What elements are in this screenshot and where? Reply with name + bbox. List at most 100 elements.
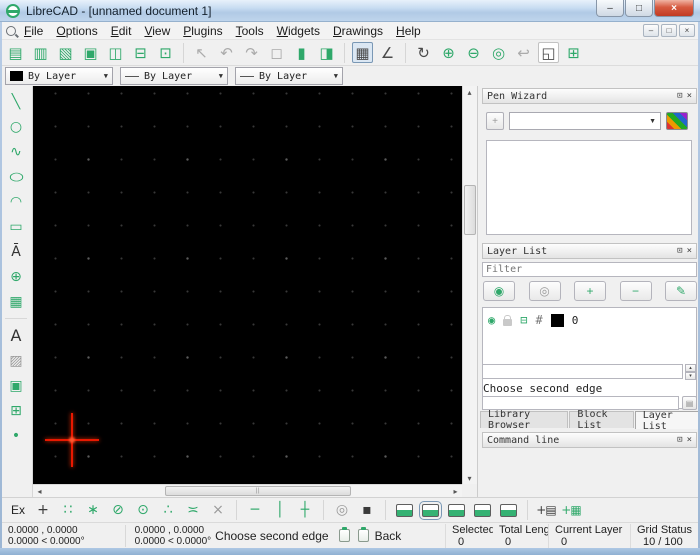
view-screen-2-icon[interactable] <box>422 504 439 517</box>
block-tool-icon[interactable]: ▦ <box>6 291 27 312</box>
zoom-previous-icon[interactable]: ↩ <box>513 42 534 63</box>
pen-wizard-apply-button[interactable]: + <box>486 112 504 130</box>
float-panel-icon[interactable]: ⊡ <box>677 435 682 445</box>
menu-drawings[interactable]: Drawings <box>333 24 383 38</box>
line-tool-icon[interactable]: ╲ <box>6 91 27 112</box>
tab-library-browser[interactable]: Library Browser <box>480 411 568 428</box>
horizontal-scrollbar[interactable]: ◂ || ▸ <box>33 484 462 497</box>
pointer-icon[interactable]: ↖ <box>191 42 212 63</box>
minimize-button[interactable]: – <box>596 0 624 17</box>
scroll-left-icon[interactable]: ◂ <box>33 485 46 497</box>
new-document-icon[interactable]: ▤ <box>5 42 26 63</box>
snap-grid-icon[interactable]: ∷ <box>58 500 78 520</box>
snap-endpoint-icon[interactable]: ∗ <box>83 500 103 520</box>
grid-toggle-icon[interactable]: ▦ <box>352 42 373 63</box>
close-panel-icon[interactable]: × <box>687 91 692 101</box>
layer-print-icon[interactable]: ⊟ <box>520 313 527 327</box>
restrict-vertical-icon[interactable]: │ <box>270 500 290 520</box>
layer-list-header[interactable]: Layer List ⊡ × <box>482 243 697 259</box>
lock-relative-zero-icon[interactable]: ◎ <box>332 500 352 520</box>
command-history-spinner[interactable]: ▴ ▾ <box>685 364 696 379</box>
arc-tool-icon[interactable]: ◠ <box>6 191 27 212</box>
snap-clear-icon[interactable]: × <box>208 500 228 520</box>
ellipse-tool-icon[interactable]: ○ <box>3 168 29 185</box>
open-folder-icon[interactable]: ▧ <box>55 42 76 63</box>
open-document-icon[interactable]: ▥ <box>30 42 51 63</box>
zoom-out-icon[interactable]: ⊖ <box>463 42 484 63</box>
zoom-pan-icon[interactable]: ⊞ <box>563 42 584 63</box>
relative-zero-icon[interactable]: ▪ <box>357 500 377 520</box>
menu-options[interactable]: Options <box>56 24 97 38</box>
exclusive-snap-button[interactable]: Ex <box>8 503 28 517</box>
view-screen-1-icon[interactable] <box>396 504 413 517</box>
text-tool-icon[interactable]: A <box>6 325 27 346</box>
menu-edit[interactable]: Edit <box>111 24 132 38</box>
snap-middle-icon[interactable]: ∴ <box>158 500 178 520</box>
menu-widgets[interactable]: Widgets <box>277 24 320 38</box>
snap-intersection-icon[interactable]: ≍ <box>183 500 203 520</box>
view-screen-5-icon[interactable] <box>500 504 517 517</box>
command-line-header[interactable]: Command line ⊡ × <box>482 432 697 448</box>
pen-wizard-color-button[interactable] <box>666 112 688 130</box>
draft-mode-icon[interactable]: ∠ <box>377 42 398 63</box>
zoom-redraw-icon[interactable]: ↻ <box>413 42 434 63</box>
spin-down-icon[interactable]: ▾ <box>685 372 696 380</box>
view-screen-3-icon[interactable] <box>448 504 465 517</box>
command-keyboard-button[interactable]: ▤ <box>682 396 697 410</box>
mdi-restore-button[interactable]: □ <box>661 24 677 37</box>
close-panel-icon[interactable]: × <box>687 435 692 445</box>
close-panel-icon[interactable]: × <box>687 246 692 256</box>
add-grid-widget-icon[interactable]: +▦ <box>561 500 581 520</box>
pen-wizard-list[interactable] <box>486 140 692 235</box>
spline-tool-icon[interactable]: ∿ <box>6 141 27 162</box>
mdi-close-button[interactable]: × <box>679 24 695 37</box>
add-layer-button[interactable]: + <box>574 281 606 301</box>
maximize-button[interactable]: □ <box>625 0 653 17</box>
pen-wizard-combo[interactable]: ▼ <box>509 112 661 130</box>
vertical-scroll-thumb[interactable] <box>464 185 476 235</box>
hide-all-layers-button[interactable]: ◎ <box>529 281 561 301</box>
snap-free-icon[interactable]: + <box>33 500 53 520</box>
vertical-scrollbar[interactable]: ▴ ▾ <box>462 86 477 484</box>
pen-wizard-header[interactable]: Pen Wizard ⊡ × <box>482 88 697 104</box>
select-window-icon[interactable]: ◻ <box>266 42 287 63</box>
snap-center-icon[interactable]: ⊙ <box>133 500 153 520</box>
spin-up-icon[interactable]: ▴ <box>685 364 696 372</box>
snap-on-entity-icon[interactable]: ⊘ <box>108 500 128 520</box>
block-icon[interactable]: ▮ <box>291 42 312 63</box>
back-label[interactable]: Back <box>375 529 402 543</box>
circle-tool-icon[interactable]: ○ <box>6 116 27 137</box>
float-panel-icon[interactable]: ⊡ <box>677 91 682 101</box>
layer-visible-icon[interactable]: ◉ <box>488 313 495 327</box>
color-select[interactable]: By Layer ▼ <box>5 67 113 85</box>
menu-help[interactable]: Help <box>396 24 421 38</box>
mdi-minimize-button[interactable]: – <box>643 24 659 37</box>
restrict-orthogonal-icon[interactable]: ┼ <box>295 500 315 520</box>
zoom-in-icon[interactable]: ⊕ <box>438 42 459 63</box>
zoom-window-icon[interactable]: ◱ <box>538 42 559 63</box>
redo-icon[interactable]: ↷ <box>241 42 262 63</box>
tab-block-list[interactable]: Block List <box>569 411 633 428</box>
print-icon[interactable]: ⊟ <box>130 42 151 63</box>
save-as-icon[interactable]: ◫ <box>105 42 126 63</box>
polyline-tool-icon[interactable]: ▭ <box>6 216 27 237</box>
insert-tool-icon[interactable]: ⊕ <box>6 266 27 287</box>
layer-lock-icon[interactable] <box>503 319 512 326</box>
back-icon[interactable] <box>358 529 369 542</box>
restrict-horizontal-icon[interactable]: ─ <box>245 500 265 520</box>
print-preview-icon[interactable]: ⊡ <box>155 42 176 63</box>
command-history-input[interactable] <box>482 364 683 379</box>
drawing-canvas[interactable] <box>33 86 462 484</box>
zoom-auto-icon[interactable]: ◎ <box>488 42 509 63</box>
document-window-icon[interactable] <box>6 26 16 36</box>
block-edit-icon[interactable]: ◨ <box>316 42 337 63</box>
menu-view[interactable]: View <box>144 24 170 38</box>
layer-construction-icon[interactable]: # <box>535 313 542 327</box>
library-tool-icon[interactable]: ⊞ <box>6 400 27 421</box>
edit-layer-button[interactable]: ✎ <box>665 281 697 301</box>
close-button[interactable]: × <box>654 0 694 17</box>
layer-filter-input[interactable] <box>482 262 697 277</box>
menu-plugins[interactable]: Plugins <box>183 24 222 38</box>
view-screen-4-icon[interactable] <box>474 504 491 517</box>
image-tool-icon[interactable]: ▣ <box>6 375 27 396</box>
